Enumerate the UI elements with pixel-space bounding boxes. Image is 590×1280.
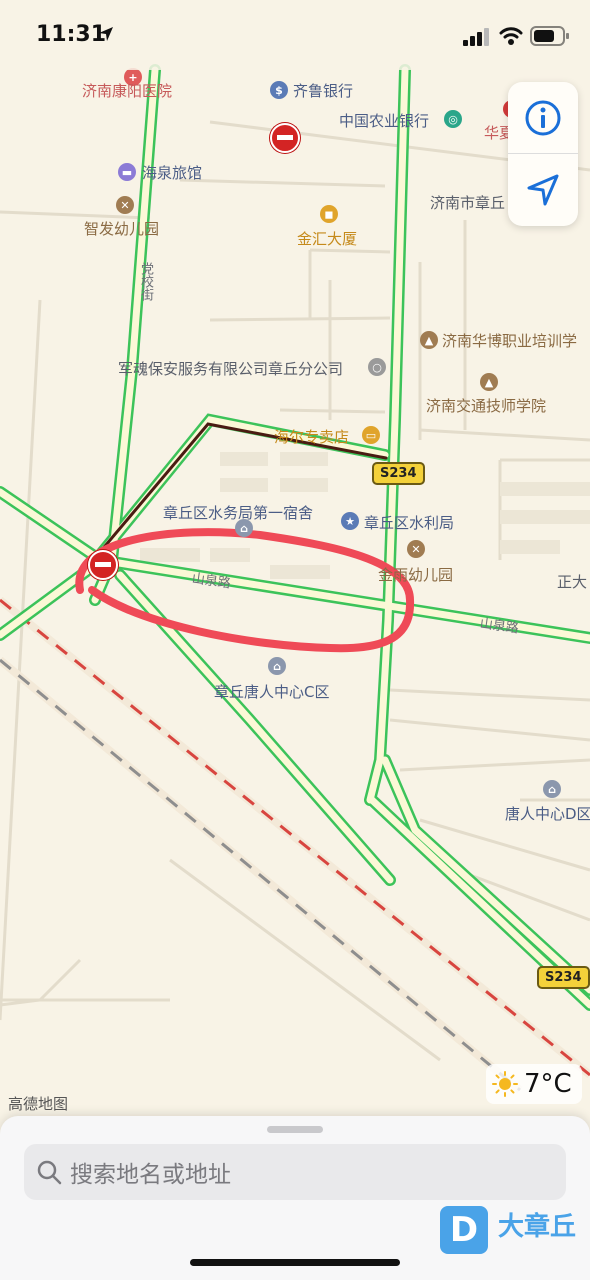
- locate-button[interactable]: [508, 154, 578, 226]
- poi-label[interactable]: 济南康阳医院: [82, 80, 172, 101]
- hotel-icon[interactable]: ▬: [118, 163, 136, 181]
- poi-label[interactable]: 济南华博职业培训学: [442, 330, 577, 351]
- store-icon[interactable]: ▭: [362, 426, 380, 444]
- bottom-sheet[interactable]: 搜索地名或地址: [0, 1116, 590, 1280]
- poi-label[interactable]: 军魂保安服务有限公司章丘分公司: [118, 358, 343, 379]
- poi-label[interactable]: 章丘区水利局: [364, 512, 454, 533]
- school-icon[interactable]: ✕: [407, 540, 425, 558]
- poi-label[interactable]: 金汇大厦: [297, 228, 357, 249]
- road-label: 党校街: [138, 262, 153, 301]
- bank-icon[interactable]: ◎: [444, 110, 462, 128]
- school-icon[interactable]: ✕: [116, 196, 134, 214]
- poi-label[interactable]: 海尔专卖店: [274, 426, 349, 447]
- map-controls: [508, 82, 578, 226]
- sheet-grabber[interactable]: [267, 1126, 323, 1133]
- signal-icon: [463, 28, 489, 46]
- brand-logo-letter: D: [449, 1210, 479, 1250]
- poi-label[interactable]: 唐人中心D区: [505, 803, 590, 824]
- residential-icon[interactable]: ⌂: [543, 780, 561, 798]
- search-placeholder: 搜索地名或地址: [70, 1162, 231, 1188]
- residential-icon[interactable]: ⌂: [235, 519, 253, 537]
- government-icon[interactable]: ★: [341, 512, 359, 530]
- shopping-icon[interactable]: ◼: [320, 205, 338, 223]
- search-icon: [37, 1160, 62, 1185]
- brand-name: 大章丘: [498, 1212, 577, 1242]
- location-arrow-icon: [99, 27, 113, 41]
- highway-shield: S234: [372, 462, 425, 485]
- brand-logo: D: [440, 1206, 488, 1254]
- poi-label[interactable]: 智发幼儿园: [84, 218, 159, 239]
- poi-label[interactable]: 海泉旅馆: [142, 162, 202, 183]
- poi-label[interactable]: 中国农业银行: [339, 110, 429, 131]
- info-button[interactable]: [508, 82, 578, 154]
- place-label: 正大: [557, 573, 588, 591]
- no-entry-icon[interactable]: [88, 550, 118, 580]
- sun-icon: [492, 1071, 518, 1097]
- status-bar: 11:31: [0, 0, 590, 70]
- no-entry-icon[interactable]: [270, 123, 300, 153]
- home-indicator[interactable]: [190, 1259, 400, 1266]
- school-icon[interactable]: ▲: [480, 373, 498, 391]
- weather-badge[interactable]: 7°C: [486, 1064, 582, 1104]
- poi-label[interactable]: 齐鲁银行: [293, 80, 353, 101]
- residential-icon[interactable]: ⌂: [268, 657, 286, 675]
- company-icon[interactable]: ○: [368, 358, 386, 376]
- status-time: 11:31: [36, 22, 107, 47]
- poi-label[interactable]: 金雨幼儿园: [378, 564, 453, 585]
- map-provider-watermark: 高德地图: [8, 1095, 69, 1113]
- bank-icon[interactable]: $: [270, 81, 288, 99]
- poi-label[interactable]: 济南交通技师学院: [426, 395, 546, 416]
- place-label: 济南市章丘: [430, 194, 506, 212]
- info-icon: [525, 100, 561, 136]
- highway-shield: S234: [537, 966, 590, 989]
- weather-temperature: 7°C: [524, 1069, 572, 1099]
- poi-label[interactable]: 章丘唐人中心C区: [214, 681, 329, 702]
- wifi-icon: [499, 27, 523, 45]
- battery-icon: [530, 26, 569, 46]
- navigation-arrow-icon: [527, 174, 559, 206]
- search-input[interactable]: 搜索地名或地址: [24, 1144, 566, 1200]
- school-icon[interactable]: ▲: [420, 331, 438, 349]
